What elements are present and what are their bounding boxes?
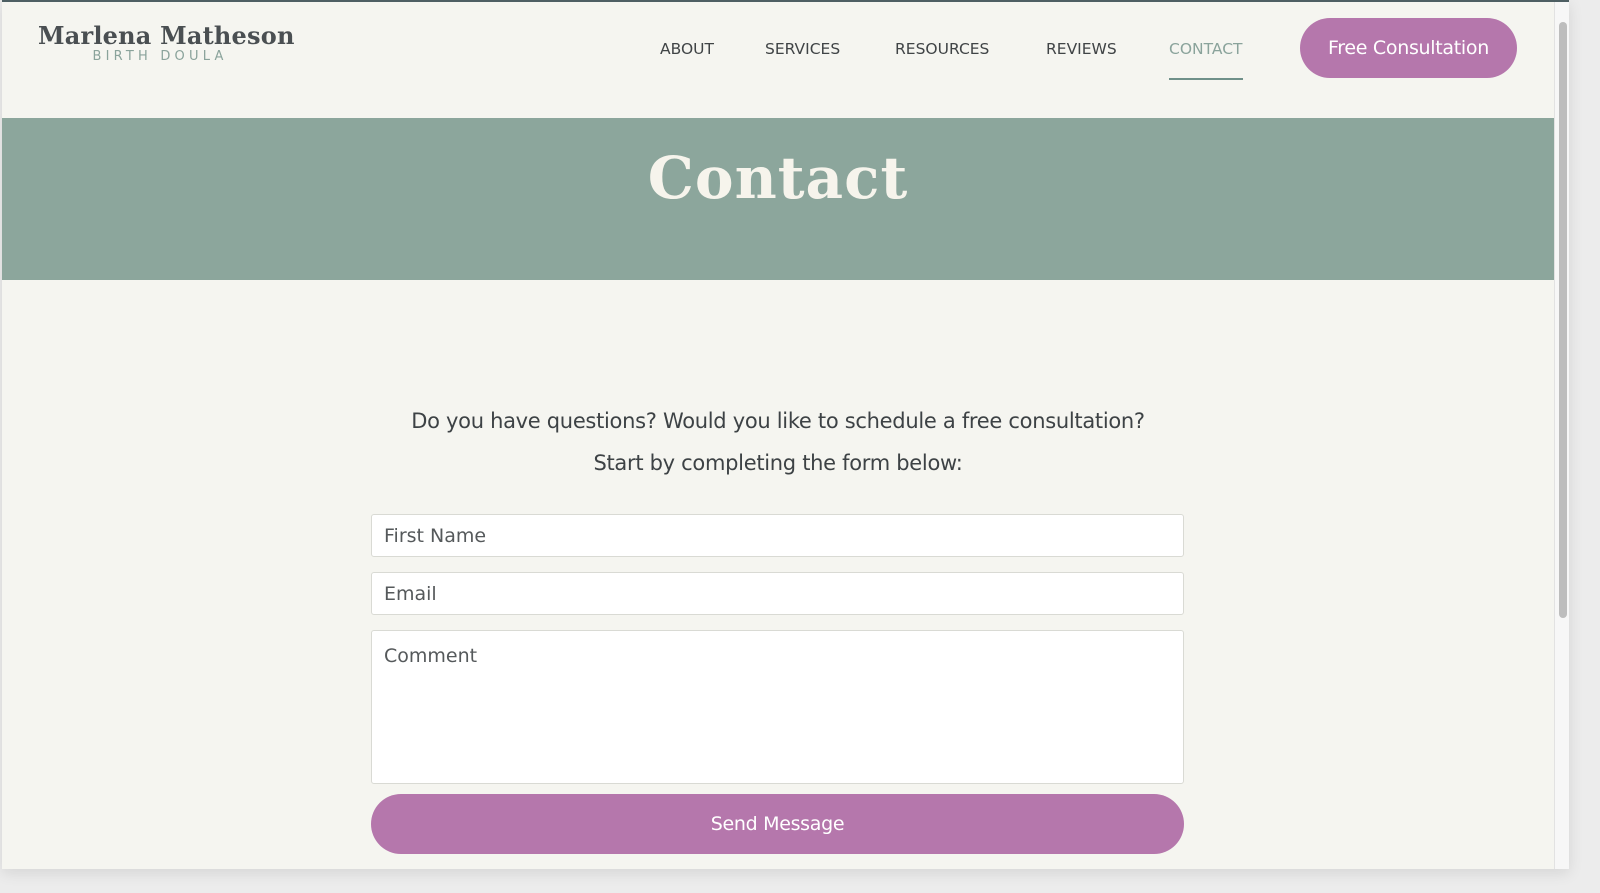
- scrollbar[interactable]: [1554, 2, 1569, 869]
- nav-item-contact[interactable]: CONTACT: [1169, 38, 1243, 82]
- site-logo[interactable]: Marlena Matheson BIRTH DOULA: [38, 21, 295, 65]
- browser-viewport: Marlena Matheson BIRTH DOULA ABOUT SERVI…: [2, 0, 1569, 869]
- scrollbar-thumb[interactable]: [1559, 22, 1567, 618]
- comment-field[interactable]: [371, 630, 1184, 784]
- page-banner: Contact: [2, 118, 1554, 280]
- site-header: Marlena Matheson BIRTH DOULA ABOUT SERVI…: [2, 2, 1554, 118]
- send-message-button[interactable]: Send Message: [371, 794, 1184, 854]
- intro-line-2: Start by completing the form below:: [593, 451, 963, 475]
- nav-item-about[interactable]: ABOUT: [660, 38, 714, 82]
- nav-item-services[interactable]: SERVICES: [765, 38, 840, 82]
- email-field[interactable]: [371, 572, 1184, 615]
- logo-name: Marlena Matheson: [38, 21, 295, 50]
- page-title: Contact: [647, 144, 909, 212]
- active-nav-underline: [1169, 78, 1243, 80]
- nav-item-contact-label: CONTACT: [1169, 40, 1243, 58]
- logo-subtitle: BIRTH DOULA: [92, 49, 228, 64]
- intro-line-1: Do you have questions? Would you like to…: [411, 409, 1145, 433]
- first-name-field[interactable]: [371, 514, 1184, 557]
- nav-item-reviews[interactable]: REVIEWS: [1046, 38, 1117, 82]
- nav-item-resources[interactable]: RESOURCES: [895, 38, 989, 82]
- free-consultation-button[interactable]: Free Consultation: [1300, 18, 1517, 78]
